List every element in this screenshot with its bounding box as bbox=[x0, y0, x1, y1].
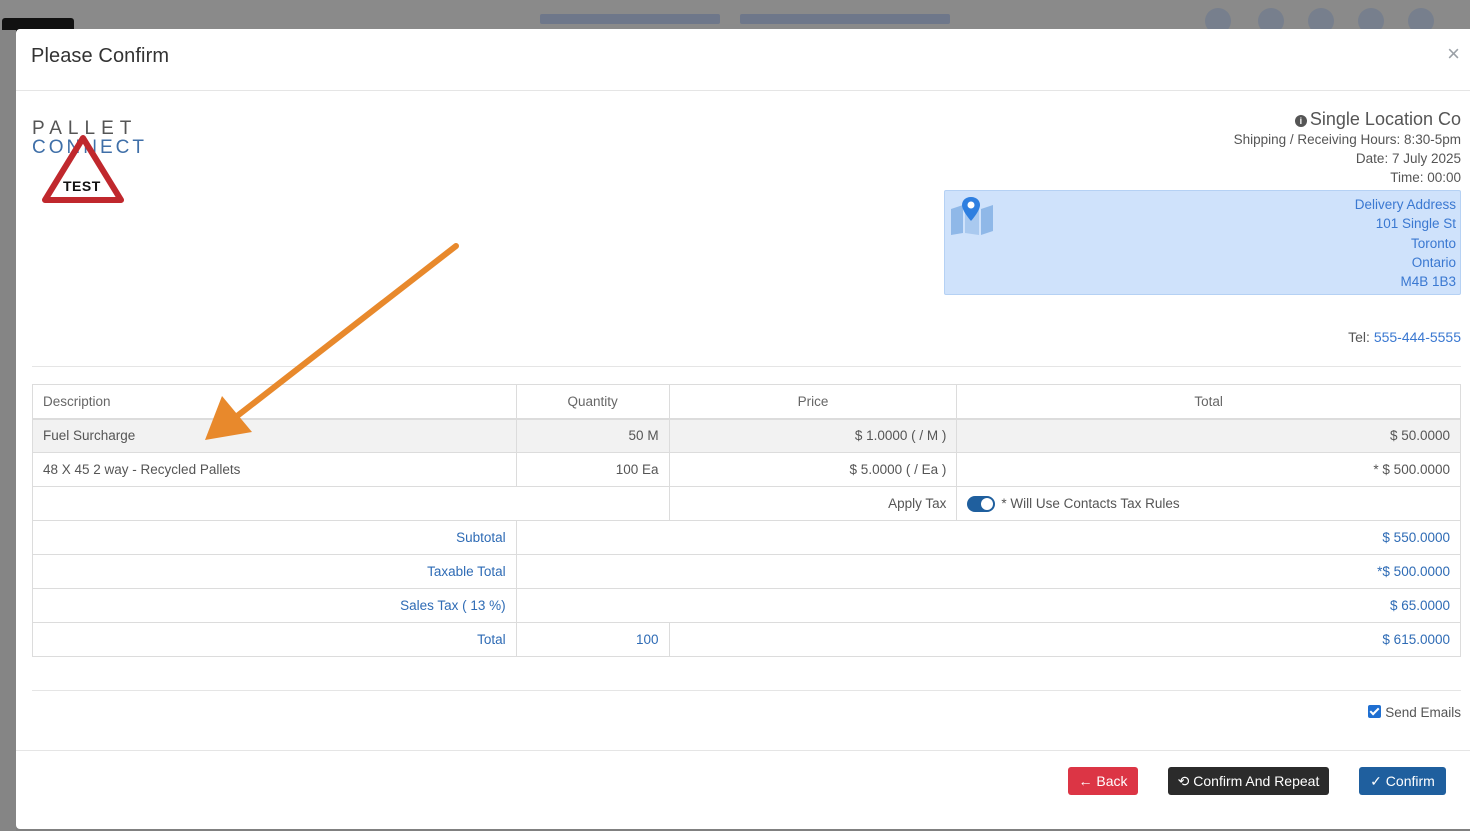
modal-body: PALLET CONNECT TEST i Single Location Co … bbox=[32, 92, 1462, 750]
subtotal-label: Subtotal bbox=[32, 520, 517, 555]
confirm-and-repeat-label: Confirm And Repeat bbox=[1193, 773, 1320, 789]
sales-tax-row: Sales Tax ( 13 %) $ 65.0000 bbox=[32, 588, 1462, 623]
grand-total-row: Total 100 $ 615.0000 bbox=[32, 622, 1462, 657]
address-label: Delivery Address bbox=[1354, 197, 1456, 212]
address-postal: M4B 1B3 bbox=[1400, 274, 1456, 290]
item-price: $ 5.0000 ( / Ea ) bbox=[668, 452, 958, 487]
confirm-button[interactable]: ✓ Confirm bbox=[1359, 767, 1446, 795]
background-sidebar bbox=[0, 30, 16, 831]
delivery-address-box: Delivery Address 101 Single St Toronto O… bbox=[944, 190, 1461, 295]
background-topbar bbox=[0, 0, 1470, 30]
taxable-total-row: Taxable Total *$ 500.0000 bbox=[32, 554, 1462, 589]
confirm-and-repeat-button[interactable]: ⟲ Confirm And Repeat bbox=[1168, 767, 1329, 795]
subtotal-row: Subtotal $ 550.0000 bbox=[32, 520, 1462, 555]
apply-tax-toggle[interactable] bbox=[967, 495, 996, 512]
send-emails-checkbox[interactable] bbox=[1368, 705, 1382, 718]
apply-tax-label: Apply Tax bbox=[668, 486, 958, 521]
table-header-row: Description Quantity Price Total bbox=[32, 384, 1461, 420]
table-row: 48 X 45 2 way - Recycled Pallets 100 Ea … bbox=[32, 452, 1461, 487]
item-total: $ 50.0000 bbox=[956, 418, 1461, 453]
map-pin-icon bbox=[951, 197, 993, 235]
company-logo: PALLET CONNECT TEST bbox=[32, 116, 144, 203]
address-city: Toronto bbox=[1410, 235, 1456, 251]
total-quantity: 100 bbox=[515, 622, 670, 657]
back-button[interactable]: ← Back bbox=[1068, 767, 1138, 795]
taxable-total-value: *$ 500.0000 bbox=[515, 554, 1462, 589]
address-province: Ontario bbox=[1411, 254, 1456, 270]
total-value: $ 615.0000 bbox=[668, 622, 1462, 657]
order-time: Time: 00:00 bbox=[1390, 170, 1461, 185]
address-lines: Delivery Address 101 Single St Toronto O… bbox=[1355, 195, 1456, 291]
company-info: i Single Location Co Shipping / Receiving… bbox=[1234, 108, 1461, 187]
modal-header: Please Confirm × bbox=[16, 29, 1470, 91]
modal-title: Please Confirm bbox=[31, 45, 170, 67]
background-link bbox=[540, 14, 720, 24]
order-items-table: Description Quantity Price Total Fuel Su… bbox=[32, 384, 1462, 657]
repeat-icon: ⟲ bbox=[1177, 773, 1194, 789]
item-total: * $ 500.0000 bbox=[956, 452, 1461, 487]
taxable-total-label: Taxable Total bbox=[32, 554, 517, 589]
modal-footer: ← Back ⟲ Confirm And Repeat ✓ Confirm bbox=[16, 750, 1470, 829]
apply-tax-cell: * Will Use Contacts Tax Rules bbox=[956, 486, 1461, 521]
address-street: 101 Single St bbox=[1375, 216, 1456, 232]
column-header-description: Description bbox=[32, 384, 517, 420]
background-link bbox=[740, 14, 950, 24]
company-name-text: Single Location Co bbox=[1309, 109, 1461, 129]
send-emails-option[interactable]: Send Emails bbox=[1368, 705, 1461, 720]
item-description: 48 X 45 2 way - Recycled Pallets bbox=[32, 452, 517, 487]
table-row: Fuel Surcharge 50 M $ 1.0000 ( / M ) $ 5… bbox=[32, 418, 1461, 453]
close-icon[interactable]: × bbox=[1447, 43, 1460, 65]
divider bbox=[32, 690, 1461, 691]
info-icon[interactable]: i bbox=[1294, 115, 1307, 127]
shipping-hours: Shipping / Receiving Hours: 8:30-5pm bbox=[1233, 132, 1461, 147]
apply-tax-row: Apply Tax * Will Use Contacts Tax Rules bbox=[32, 486, 1461, 521]
send-emails-label: Send Emails bbox=[1385, 705, 1461, 720]
tel-link[interactable]: 555-444-5555 bbox=[1374, 329, 1461, 345]
column-header-price: Price bbox=[668, 384, 958, 420]
item-quantity: 50 M bbox=[515, 418, 670, 453]
sales-tax-value: $ 65.0000 bbox=[515, 588, 1462, 623]
tel-label: Tel: bbox=[1348, 329, 1370, 345]
column-header-total: Total bbox=[956, 384, 1461, 420]
item-description: Fuel Surcharge bbox=[32, 418, 517, 453]
divider bbox=[32, 366, 1461, 367]
tax-note: * Will Use Contacts Tax Rules bbox=[1001, 495, 1180, 511]
sales-tax-label: Sales Tax ( 13 %) bbox=[32, 588, 517, 623]
item-price: $ 1.0000 ( / M ) bbox=[668, 418, 958, 453]
column-header-quantity: Quantity bbox=[515, 384, 670, 420]
confirm-modal: Please Confirm × PALLET CONNECT TEST i Si… bbox=[16, 29, 1470, 829]
order-date: Date: 7 July 2025 bbox=[1355, 151, 1461, 166]
telephone: Tel: 555-444-5555 bbox=[1348, 329, 1461, 345]
item-quantity: 100 Ea bbox=[515, 452, 670, 487]
logo-test-badge: TEST bbox=[63, 178, 101, 194]
company-name: i Single Location Co bbox=[1234, 108, 1461, 130]
subtotal-value: $ 550.0000 bbox=[515, 520, 1462, 555]
total-label: Total bbox=[32, 622, 517, 657]
